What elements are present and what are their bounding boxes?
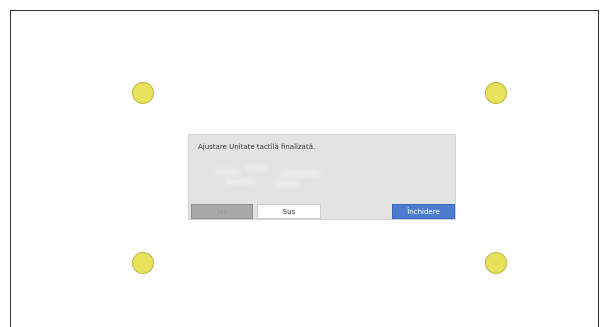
calibration-target-bottom-left [132,252,154,274]
adjustment-complete-dialog: Ajustare Unitate tactilă finalizată. Jos… [188,134,456,220]
dialog-message: Ajustare Unitate tactilă finalizată. [198,143,316,151]
calibration-target-top-right [485,82,507,104]
calibration-target-top-left [132,82,154,104]
calibration-target-bottom-right [485,252,507,274]
projection-frame: Ajustare Unitate tactilă finalizată. Jos… [10,10,599,327]
down-button[interactable]: Jos [191,204,253,219]
close-button[interactable]: Închidere [392,204,455,219]
calibration-screen: Ajustare Unitate tactilă finalizată. Jos… [0,0,611,327]
faded-background-graphic [211,163,341,189]
up-button[interactable]: Sus [257,204,321,219]
